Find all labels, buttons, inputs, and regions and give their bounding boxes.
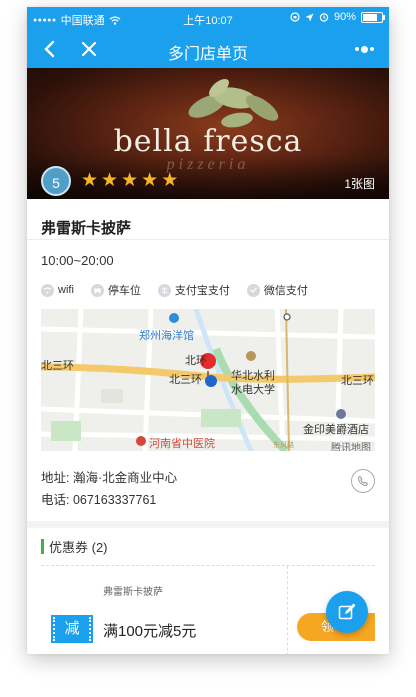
edit-icon	[338, 603, 356, 620]
map-label: 水电大学	[231, 384, 275, 396]
map-label: 东风路	[273, 442, 294, 449]
wifi-icon	[41, 283, 54, 297]
more-dot	[360, 45, 368, 53]
coupon-type-tag: 减	[51, 615, 93, 643]
star-icon: ★	[161, 170, 179, 191]
section-separator	[27, 521, 389, 528]
location-icon	[305, 13, 314, 21]
alarm-icon	[319, 13, 329, 22]
amenity-label: wifi	[58, 284, 74, 296]
status-bar: ●●●●● 中国联通 上午10:07 90%	[27, 7, 389, 30]
photo-count[interactable]: 1张图	[344, 175, 375, 192]
section-accent-bar	[41, 539, 44, 554]
battery-icon	[361, 11, 385, 23]
amenity-parking: 停车位	[90, 282, 141, 298]
map-label: 河南省中医院	[149, 438, 215, 450]
more-dot	[369, 47, 374, 51]
close-button[interactable]	[75, 34, 103, 64]
nav-bar: 多门店单页	[27, 30, 389, 68]
map-label: 金印美爵酒店	[303, 424, 369, 436]
star-icon: ★	[121, 170, 139, 191]
store-phone: 电话: 067163337761	[41, 493, 157, 507]
battery-percent: 90%	[333, 11, 356, 23]
rating-score-badge: 5	[41, 166, 71, 196]
amenity-wechat-pay: 微信支付	[246, 282, 308, 298]
phone-icon	[358, 475, 369, 487]
call-button[interactable]	[351, 469, 375, 493]
divider	[27, 239, 389, 240]
star-icon: ★	[81, 170, 99, 191]
page-title: 多门店单页	[167, 46, 248, 63]
coupon-section-title: 优惠券 (2)	[49, 540, 108, 555]
alipay-icon	[157, 283, 171, 297]
amenity-label: 微信支付	[263, 285, 308, 297]
edit-fab-button[interactable]	[326, 591, 368, 633]
coupon-store-name: 弗雷斯卡披萨	[103, 587, 163, 598]
coupon-divider	[287, 566, 288, 654]
parking-icon	[90, 283, 104, 297]
amenity-label: 支付宝支付	[174, 285, 230, 297]
map-label: 郑州海洋馆	[139, 330, 194, 342]
back-button[interactable]	[35, 34, 63, 64]
map-provider-logo: 腾讯地图	[331, 443, 371, 451]
store-address: 地址: 瀚海·北金商业中心	[41, 471, 178, 485]
battery-fill	[363, 13, 377, 21]
amenity-list: wifi 停车位 支付宝支付 微信支付	[41, 282, 308, 298]
chevron-left-icon	[44, 40, 55, 58]
wechat-pay-icon	[246, 283, 260, 297]
more-button[interactable]	[349, 38, 379, 60]
status-right: 90%	[290, 11, 385, 23]
store-name: 弗雷斯卡披萨	[41, 220, 132, 237]
coupon-description: 满100元减5元	[103, 623, 197, 640]
more-dot	[354, 47, 359, 51]
orientation-lock-icon	[290, 12, 300, 22]
brand-logo-text: bella fresca	[113, 124, 303, 159]
map-label: 北环	[185, 355, 207, 367]
rating-stars: ★ ★ ★ ★ ★	[81, 171, 178, 191]
amenity-wifi: wifi	[41, 282, 74, 298]
business-hours: 10:00~20:00	[41, 253, 114, 268]
phone-frame: ●●●●● 中国联通 上午10:07 90% 多门店单页 bella fresc…	[27, 7, 389, 654]
store-banner[interactable]: bella fresca pizzeria 5 ★★★★★ 1张图	[27, 68, 389, 199]
coupon-card: 弗雷斯卡披萨 减 满100元减5元 领	[41, 565, 375, 654]
map-label: 北三环	[169, 374, 202, 386]
map-label: 北三环	[341, 375, 374, 387]
location-map[interactable]: 郑州海洋馆 北环 北三环 北三环 北三环 华北水利 水电大学 金印美爵酒店 河南…	[41, 309, 375, 451]
amenity-label: 停车位	[107, 285, 141, 297]
star-icon: ★	[141, 170, 159, 191]
map-label: 北三环	[41, 360, 74, 372]
close-icon	[81, 41, 97, 57]
amenity-alipay: 支付宝支付	[157, 282, 230, 298]
coupon-section-header: 优惠券 (2)	[41, 537, 108, 556]
star-icon: ★	[101, 170, 119, 191]
